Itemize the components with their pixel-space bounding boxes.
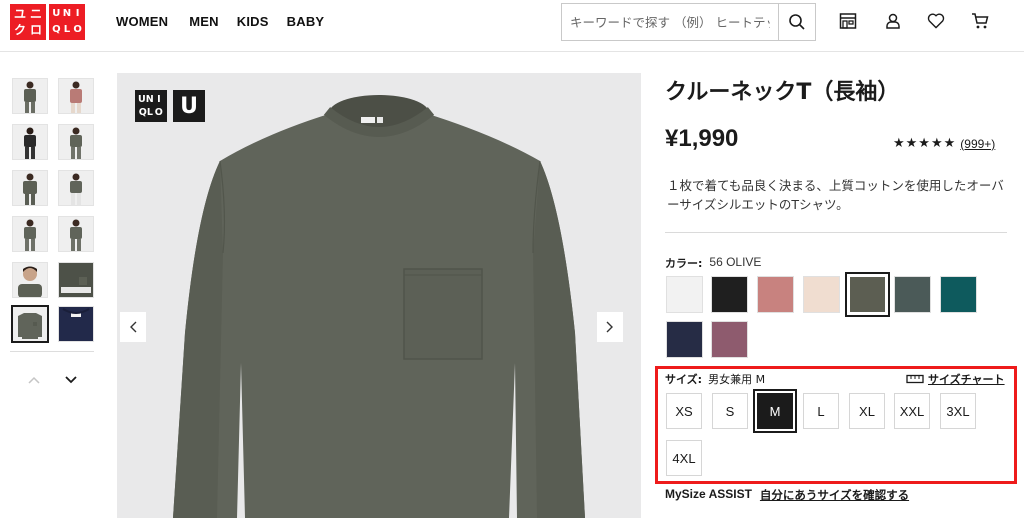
size-button-3xl[interactable]: 3XL: [940, 393, 976, 429]
size-chart-link[interactable]: サイズチャート: [906, 371, 1005, 387]
product-main-image[interactable]: UN I QL O U: [117, 73, 641, 518]
color-selector-label: カラー: 56 OLIVE: [665, 255, 761, 271]
chevron-left-icon: [130, 321, 137, 333]
color-swatch-wine[interactable]: [711, 321, 748, 358]
size-selector-label: サイズ: 男女兼用 M: [665, 371, 765, 387]
product-price: ¥1,990: [665, 125, 739, 152]
logo-char: O: [73, 24, 82, 35]
uniqlo-u-badge: U: [173, 90, 205, 122]
size-button-l[interactable]: L: [803, 393, 839, 429]
thumbnail-8[interactable]: [58, 216, 94, 252]
logo-char: ロ: [29, 23, 42, 37]
color-swatch-teal[interactable]: [940, 276, 977, 313]
nav-men[interactable]: MEN: [189, 14, 219, 29]
logo-char: ニ: [29, 7, 42, 21]
logo-latin: U N I Q L O: [49, 4, 85, 40]
color-swatch-navy[interactable]: [666, 321, 703, 358]
selected-color-name: 56 OLIVE: [709, 255, 762, 269]
product-rating: ★★★★★ (999+): [893, 136, 995, 151]
nav-baby[interactable]: BABY: [287, 14, 325, 29]
thumbnail-2[interactable]: [58, 78, 94, 114]
thumbnail-up-button[interactable]: [26, 372, 42, 388]
thumbnail-3[interactable]: [12, 124, 48, 160]
logo-char: I: [75, 8, 80, 19]
size-button-s[interactable]: S: [712, 393, 748, 429]
nav-kids[interactable]: KIDS: [237, 14, 269, 29]
thumbnail-7[interactable]: [12, 216, 48, 252]
account-icon[interactable]: [884, 12, 902, 30]
mysize-assist: MySize ASSIST 自分にあうサイズを確認する: [665, 487, 909, 503]
store-icon[interactable]: [839, 12, 857, 30]
logo-char: ユ: [13, 7, 26, 21]
cart-icon[interactable]: [971, 12, 989, 30]
chevron-down-icon: [65, 376, 77, 384]
chevron-up-icon: [28, 376, 40, 384]
search-icon: [789, 14, 805, 30]
heart-icon[interactable]: [927, 12, 945, 30]
uniqlo-badge: UN I QL O: [135, 90, 167, 122]
ruler-icon: [906, 374, 924, 384]
logo-char: N: [62, 8, 72, 19]
prev-image-button[interactable]: [120, 312, 146, 342]
thumbnail-11-selected[interactable]: [11, 305, 49, 343]
logo-katakana: ユ ニ ク ロ: [10, 4, 46, 40]
mysize-label: MySize ASSIST: [665, 487, 752, 501]
thumbnail-4[interactable]: [58, 124, 94, 160]
selected-size-value: 男女兼用 M: [708, 373, 766, 386]
site-header: ユ ニ ク ロ U N I Q L O WOMEN MEN KIDS BABY: [0, 0, 1024, 52]
logo-char: L: [63, 24, 71, 35]
mysize-link[interactable]: 自分にあうサイズを確認する: [760, 487, 909, 503]
section-divider: [665, 232, 1007, 233]
chevron-right-icon: [606, 321, 613, 333]
rating-stars-text: ★★★★★: [893, 136, 957, 151]
color-swatch-black[interactable]: [711, 276, 748, 313]
next-image-button[interactable]: [597, 312, 623, 342]
size-button-xxl[interactable]: XXL: [894, 393, 930, 429]
size-button-xl[interactable]: XL: [849, 393, 885, 429]
thumbnail-6[interactable]: [58, 170, 94, 206]
rating-stars: ★★★★★: [893, 136, 956, 151]
thumbnail-divider: [10, 351, 94, 352]
product-description: １枚で着ても品良く決まる、上質コットンを使用したオーバーサイズシルエットのTシャ…: [667, 178, 1004, 212]
badge-char: UN: [138, 93, 154, 105]
thumbnail-9[interactable]: [12, 262, 48, 298]
size-chart-text: サイズチャート: [928, 373, 1005, 386]
badge-char: I: [157, 93, 161, 105]
product-title: クルーネックT（長袖）: [665, 80, 900, 105]
size-label-text: サイズ:: [665, 373, 703, 386]
search-button[interactable]: [778, 4, 815, 40]
color-label-text: カラー:: [665, 257, 703, 270]
search-input[interactable]: [562, 4, 778, 40]
size-button-m-selected[interactable]: M: [753, 389, 797, 433]
nav-women[interactable]: WOMEN: [116, 14, 168, 29]
color-swatch-dark-green[interactable]: [894, 276, 931, 313]
search-bar: [561, 3, 816, 41]
product-shirt-image: [173, 95, 585, 518]
thumbnail-1[interactable]: [12, 78, 48, 114]
color-swatch-white[interactable]: [666, 276, 703, 313]
size-button-4xl[interactable]: 4XL: [666, 440, 702, 476]
uniqlo-logo[interactable]: ユ ニ ク ロ U N I Q L O: [10, 4, 86, 40]
thumbnail-10[interactable]: [58, 262, 94, 298]
review-count-link[interactable]: (999+): [960, 137, 995, 151]
thumbnail-5[interactable]: [12, 170, 48, 206]
badge-char: QL: [138, 106, 153, 118]
size-button-xs[interactable]: XS: [666, 393, 702, 429]
logo-char: Q: [52, 24, 61, 35]
main-nav: WOMEN MEN KIDS BABY: [116, 14, 324, 29]
thumbnail-down-button[interactable]: [63, 372, 79, 388]
thumbnail-12[interactable]: [58, 306, 94, 342]
logo-char: U: [52, 8, 61, 19]
logo-char: ク: [13, 23, 26, 37]
color-swatch-pink[interactable]: [757, 276, 794, 313]
badge-char: O: [154, 106, 163, 118]
color-swatch-olive-selected[interactable]: [845, 272, 890, 317]
color-swatch-beige[interactable]: [803, 276, 840, 313]
